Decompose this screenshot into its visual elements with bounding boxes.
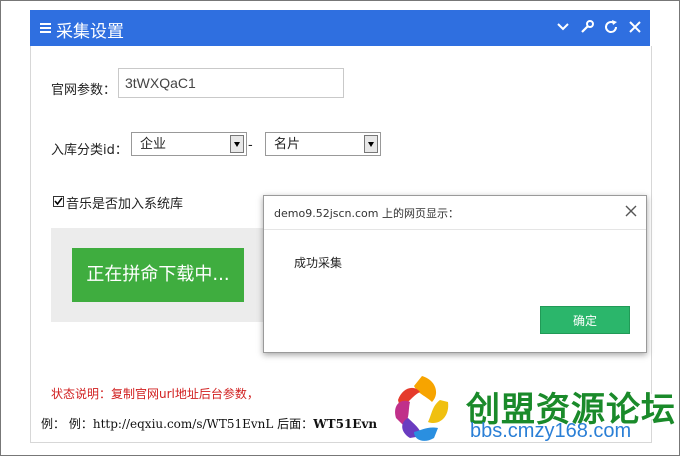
dropdown-arrow-icon[interactable] bbox=[230, 135, 244, 153]
forum-url: bbs.cmzy168.com bbox=[470, 420, 632, 442]
example-line: 例： 例：http://eqxiu.com/s/WT51EvnL 后面：WT51… bbox=[41, 415, 377, 432]
refresh-icon[interactable] bbox=[602, 18, 620, 36]
music-checkbox[interactable] bbox=[53, 196, 64, 207]
category-secondary-value: 名片 bbox=[274, 137, 301, 152]
close-icon[interactable] bbox=[626, 18, 644, 36]
dialog-close-icon[interactable] bbox=[624, 204, 638, 218]
status-text: 状态说明：复制官网url地址后台参数， bbox=[51, 387, 259, 401]
wrench-icon[interactable] bbox=[578, 18, 596, 36]
alert-dialog: demo9.52jscn.com 上的网页显示： 成功采集 确定 bbox=[263, 195, 647, 353]
category-secondary-select[interactable]: 名片 bbox=[265, 132, 381, 156]
dropdown-arrow-icon[interactable] bbox=[364, 135, 378, 153]
forum-logo-icon bbox=[388, 372, 456, 448]
example-bold: WT51Evn bbox=[313, 417, 378, 431]
example-prefix: 例： bbox=[41, 417, 66, 431]
dialog-message: 成功采集 bbox=[294, 256, 343, 270]
download-button[interactable]: 正在拼命下载中... bbox=[72, 248, 244, 302]
dialog-title: demo9.52jscn.com 上的网页显示： bbox=[274, 207, 459, 220]
category-label: 入库分类id： bbox=[51, 143, 128, 158]
menu-icon[interactable] bbox=[40, 23, 51, 33]
param-label: 官网参数： bbox=[51, 83, 117, 98]
category-primary-value: 企业 bbox=[140, 137, 167, 152]
param-input[interactable]: 3tWXQaC1 bbox=[118, 68, 344, 98]
category-primary-select[interactable]: 企业 bbox=[131, 132, 247, 156]
window-title: 采集设置 bbox=[56, 22, 124, 42]
collapse-chevron-icon[interactable] bbox=[554, 18, 572, 36]
music-label: 音乐是否加入系统库 bbox=[66, 197, 184, 212]
example-text: 例：http://eqxiu.com/s/WT51EvnL 后面： bbox=[68, 417, 314, 431]
category-separator: - bbox=[248, 138, 253, 153]
ok-button[interactable]: 确定 bbox=[540, 306, 630, 334]
dialog-divider bbox=[264, 229, 646, 230]
window-titlebar: 采集设置 bbox=[30, 10, 650, 46]
